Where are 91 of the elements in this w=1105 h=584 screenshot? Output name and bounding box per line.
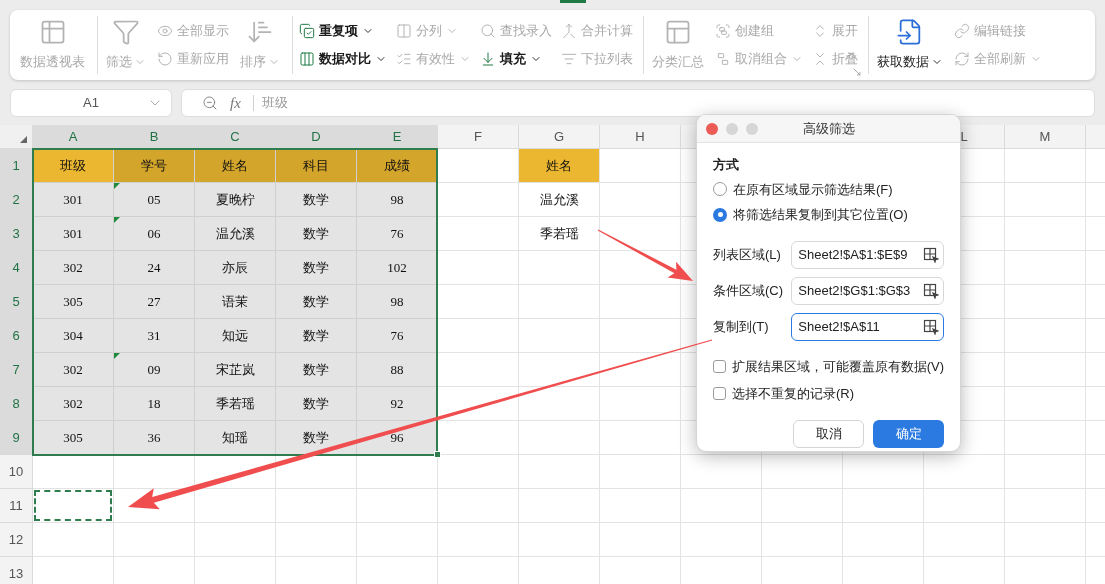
row-header[interactable]: 4 (0, 251, 33, 285)
row-header[interactable]: 12 (0, 523, 33, 557)
table-cell: 09 (114, 353, 195, 387)
name-box[interactable]: A1 (10, 89, 172, 117)
table-cell: 科目 (276, 149, 357, 183)
checkbox-label: 扩展结果区域，可能覆盖原有数据(V) (731, 357, 944, 376)
table-cell: 06 (114, 217, 195, 251)
column-header[interactable]: D (276, 125, 357, 149)
formula-text: 班级 (261, 94, 288, 113)
table-cell: 温允溪 (195, 217, 276, 251)
column-header[interactable]: G (519, 125, 600, 149)
table-cell: 夏晚柠 (195, 183, 276, 217)
table-cell: 知瑶 (195, 421, 276, 455)
table-cell: 88 (357, 353, 438, 387)
table-cell: 姓名 (195, 149, 276, 183)
formula-field[interactable]: fx 班级 (181, 89, 1095, 117)
column-header[interactable]: B (114, 125, 195, 149)
table-cell: 季若瑶 (195, 387, 276, 421)
row-header[interactable]: 13 (0, 557, 33, 584)
dialog-title: 高级筛选 (802, 119, 855, 138)
row-header[interactable]: 11 (0, 489, 33, 523)
section-label: 方式 (713, 156, 740, 174)
table-cell: 数学 (276, 319, 357, 353)
column-header[interactable]: C (195, 125, 276, 149)
table-cell: 季若瑶 (519, 217, 600, 251)
table-cell: 76 (357, 319, 438, 353)
table-cell: 27 (114, 285, 195, 319)
table-cell: 语茉 (195, 285, 276, 319)
table-cell: 301 (33, 183, 114, 217)
range-field[interactable]: Sheet2!$A$11 (791, 312, 944, 341)
column-header[interactable]: E (357, 125, 438, 149)
table-cell: 数学 (276, 387, 357, 421)
table-cell: 76 (357, 217, 438, 251)
table-cell: 304 (33, 319, 114, 353)
table-cell: 班级 (33, 149, 114, 183)
radio-label: 在原有区域显示筛选结果(F) (733, 180, 893, 199)
column-header[interactable]: F (438, 125, 519, 149)
row-header[interactable]: 6 (0, 319, 33, 353)
row-header[interactable]: 5 (0, 285, 33, 319)
table-cell: 知远 (195, 319, 276, 353)
table-cell: 成绩 (357, 149, 438, 183)
table-cell: 亦辰 (195, 251, 276, 285)
ribbon-button[interactable]: 获取数据 (875, 10, 945, 80)
table-cell: 数学 (276, 217, 357, 251)
table-cell: 数学 (276, 251, 357, 285)
range-field[interactable]: Sheet2!$A$1:$E$9 (791, 240, 944, 269)
table-cell: 305 (33, 285, 114, 319)
ribbon-button[interactable]: 数据对比 (299, 49, 387, 69)
radio-label: 将筛选结果复制到其它位置(O) (733, 206, 908, 224)
column-header[interactable]: A (33, 125, 114, 149)
row-header[interactable]: 10 (0, 455, 33, 489)
table-cell: 92 (357, 387, 438, 421)
column-header[interactable]: M (1005, 125, 1086, 149)
column-header[interactable]: H (600, 125, 681, 149)
table-cell: 98 (357, 285, 438, 319)
row-header[interactable]: 2 (0, 183, 33, 217)
field-label: 复制到(T) (713, 317, 770, 336)
range-field[interactable]: Sheet2!$G$1:$G$3 (791, 276, 944, 305)
table-cell: 36 (114, 421, 195, 455)
table-cell: 数学 (276, 285, 357, 319)
table-cell: 姓名 (519, 149, 600, 183)
table-cell: 102 (357, 251, 438, 285)
table-cell: 05 (114, 183, 195, 217)
table-cell: 24 (114, 251, 195, 285)
table-cell: 302 (33, 251, 114, 285)
function-label[interactable]: fx (230, 91, 241, 115)
table-cell: 18 (114, 387, 195, 421)
ribbon-button[interactable]: 重复项 (299, 21, 387, 41)
table-cell: 302 (33, 353, 114, 387)
field-label: 列表区域(L) (713, 245, 782, 264)
table-cell: 宋芷岚 (195, 353, 276, 387)
row-header[interactable]: 9 (0, 421, 33, 455)
row-header[interactable]: 3 (0, 217, 33, 251)
table-cell: 数学 (276, 353, 357, 387)
field-label: 条件区域(C) (713, 281, 785, 300)
table-cell: 98 (357, 183, 438, 217)
ribbon-button[interactable]: 填充 (480, 49, 552, 69)
table-cell: 数学 (276, 183, 357, 217)
table-cell: 温允溪 (519, 183, 600, 217)
table-cell: 数学 (276, 421, 357, 455)
row-header[interactable]: 1 (0, 149, 33, 183)
table-cell: 301 (33, 217, 114, 251)
row-header[interactable]: 7 (0, 353, 33, 387)
table-cell: 31 (114, 319, 195, 353)
cancel-button[interactable]: 取消 (793, 419, 864, 448)
table-cell: 302 (33, 387, 114, 421)
row-header[interactable]: 8 (0, 387, 33, 421)
confirm-button[interactable]: 确定 (873, 419, 944, 448)
table-cell: 学号 (114, 149, 195, 183)
table-cell: 305 (33, 421, 114, 455)
checkbox-label: 选择不重复的记录(R) (732, 385, 855, 403)
